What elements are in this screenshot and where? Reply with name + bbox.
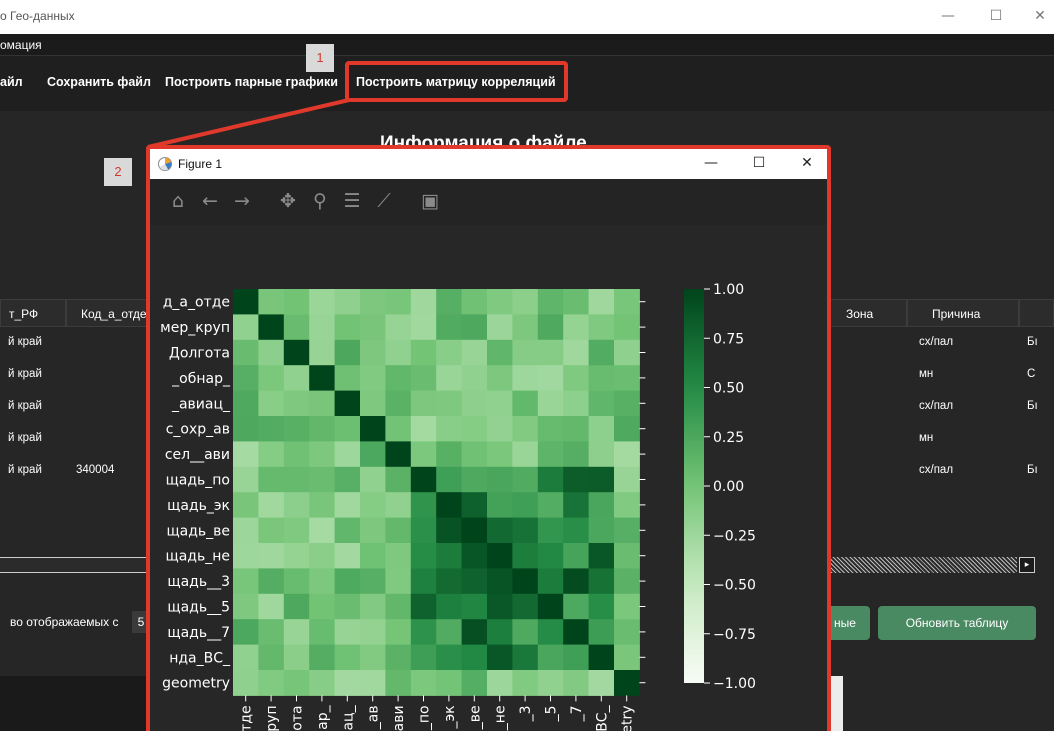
highlight-box-figure xyxy=(146,145,831,731)
app-window: о Гео-данных — ☐ ✕ омация айл Сохранить … xyxy=(0,0,1054,731)
